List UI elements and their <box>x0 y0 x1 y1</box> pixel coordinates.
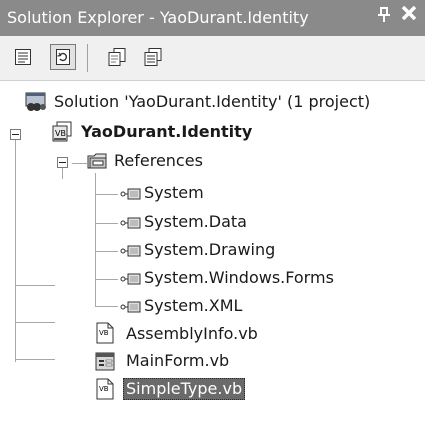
tree-line <box>15 285 55 286</box>
pin-icon[interactable] <box>378 7 390 27</box>
vb-file-icon: VB <box>95 322 115 348</box>
solution-label[interactable]: Solution 'YaoDurant.Identity' (1 project… <box>54 92 370 112</box>
collapse-project-toggle[interactable] <box>10 129 21 140</box>
solution-tree: Solution 'YaoDurant.Identity' (1 project… <box>0 81 425 444</box>
tree-line <box>95 279 118 280</box>
reference-item-system-drawing[interactable]: System.Drawing <box>144 240 275 260</box>
project-label[interactable]: YaoDurant.Identity <box>81 122 252 142</box>
vb-file-icon: VB <box>95 378 115 404</box>
reference-item-system-xml[interactable]: System.XML <box>144 296 242 316</box>
file-item-simpletype-selected[interactable]: SimpleType.vb <box>123 378 246 400</box>
properties-button[interactable] <box>10 44 36 70</box>
tree-line <box>95 173 96 306</box>
svg-text:VB: VB <box>55 129 66 138</box>
form-file-icon <box>95 352 115 376</box>
references-folder-icon <box>87 151 109 175</box>
close-icon[interactable] <box>400 4 418 28</box>
references-label[interactable]: References <box>114 151 203 171</box>
refresh-button[interactable] <box>50 44 76 70</box>
view-code-button[interactable] <box>140 44 166 70</box>
file-item-assemblyinfo[interactable]: AssemblyInfo.vb <box>126 324 258 344</box>
reference-icon <box>120 243 142 262</box>
reference-icon <box>120 299 142 318</box>
properties-icon <box>15 49 31 65</box>
svg-text:VB: VB <box>99 329 109 337</box>
tree-line <box>95 251 118 252</box>
tree-line <box>95 223 118 224</box>
reference-icon <box>120 215 142 234</box>
reference-item-system-data[interactable]: System.Data <box>144 212 247 232</box>
file-item-mainform[interactable]: MainForm.vb <box>126 351 229 371</box>
solution-icon <box>25 92 47 116</box>
vb-project-icon: VB <box>51 121 73 147</box>
tree-line <box>15 140 16 362</box>
reference-item-system[interactable]: System <box>144 183 204 203</box>
tree-line <box>72 163 87 164</box>
tree-line <box>15 359 55 360</box>
reference-icon <box>120 186 142 205</box>
reference-icon <box>120 271 142 290</box>
tree-line <box>95 194 118 195</box>
reference-item-system-windows-forms[interactable]: System.Windows.Forms <box>144 268 334 288</box>
tree-line <box>15 322 55 323</box>
collapse-references-toggle[interactable] <box>57 157 68 168</box>
panel-title-bar: Solution Explorer - YaoDurant.Identity <box>0 0 425 36</box>
view-code-icon <box>144 48 162 66</box>
show-all-files-button[interactable] <box>104 44 130 70</box>
svg-text:VB: VB <box>99 385 109 393</box>
toolbar <box>0 36 425 81</box>
tree-line <box>95 306 118 307</box>
toolbar-separator <box>87 44 88 72</box>
refresh-icon <box>56 49 70 65</box>
show-all-files-icon <box>108 48 126 66</box>
panel-title: Solution Explorer - YaoDurant.Identity <box>7 8 309 27</box>
